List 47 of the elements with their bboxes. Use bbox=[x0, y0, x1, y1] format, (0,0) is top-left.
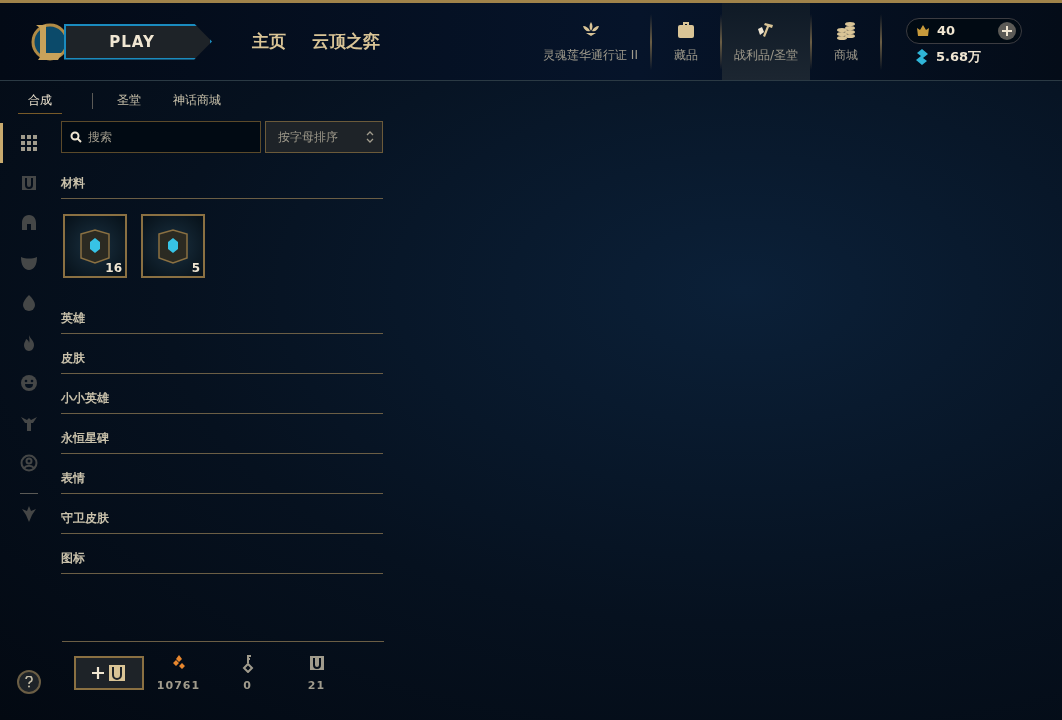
category-heading: 表情 bbox=[61, 466, 383, 494]
nav-tab[interactable]: 商城 bbox=[812, 3, 880, 80]
chest-icon bbox=[20, 174, 38, 192]
search-field[interactable]: 搜索 bbox=[61, 121, 261, 153]
chest-icon bbox=[307, 654, 326, 673]
nav-tab[interactable]: 藏品 bbox=[651, 3, 720, 80]
category-heading: 守卫皮肤 bbox=[61, 506, 383, 534]
play-button[interactable]: PLAY bbox=[64, 23, 212, 60]
updown-caret-icon bbox=[366, 131, 374, 143]
smiley-icon bbox=[20, 374, 38, 392]
nav-link[interactable]: 云顶之弈 bbox=[312, 30, 380, 53]
grid-icon bbox=[20, 134, 38, 152]
statue-icon bbox=[20, 414, 38, 432]
item-count: 5 bbox=[191, 261, 200, 275]
chest-item[interactable]: 16 bbox=[63, 214, 127, 278]
sub-tab[interactable]: 合成 bbox=[18, 88, 62, 114]
nav-tab[interactable]: 灵魂莲华通行证 II bbox=[531, 3, 650, 80]
chest-item[interactable]: 5 bbox=[141, 214, 205, 278]
add-chest-button[interactable] bbox=[74, 656, 144, 690]
resource-count: 21 bbox=[307, 679, 326, 692]
nav-tab[interactable]: 战利品/圣堂 bbox=[721, 3, 810, 80]
category-heading: 材料 bbox=[61, 171, 383, 199]
plus-icon bbox=[92, 667, 104, 679]
rp-amount: 40 bbox=[937, 23, 956, 38]
nav-link[interactable]: 主页 bbox=[252, 30, 286, 53]
sub-tab[interactable]: 神话商城 bbox=[163, 88, 231, 114]
category-heading: 图标 bbox=[61, 546, 383, 574]
category-heading: 小小英雄 bbox=[61, 386, 383, 414]
helmet-icon bbox=[20, 214, 38, 232]
category-heading: 永恒星碑 bbox=[61, 426, 383, 454]
help-icon bbox=[24, 676, 34, 688]
category-heading: 英雄 bbox=[61, 306, 383, 334]
sub-tab[interactable]: 圣堂 bbox=[107, 88, 151, 114]
person-icon bbox=[20, 454, 38, 472]
item-count: 16 bbox=[105, 261, 122, 275]
crystal-icon bbox=[916, 48, 928, 65]
plus-icon[interactable] bbox=[997, 20, 1017, 41]
be-amount: 5.68万 bbox=[936, 47, 982, 66]
chest-icon bbox=[108, 664, 126, 682]
resource-count: 0 bbox=[243, 679, 252, 692]
sort-dropdown[interactable]: 按字母排序 bbox=[265, 121, 383, 153]
mask-icon bbox=[20, 254, 38, 272]
help-button[interactable] bbox=[17, 670, 41, 694]
crest-icon bbox=[20, 505, 38, 523]
coins-icon bbox=[835, 19, 857, 41]
category-heading: 皮肤 bbox=[61, 346, 383, 374]
resource-count: 10761 bbox=[156, 679, 201, 692]
